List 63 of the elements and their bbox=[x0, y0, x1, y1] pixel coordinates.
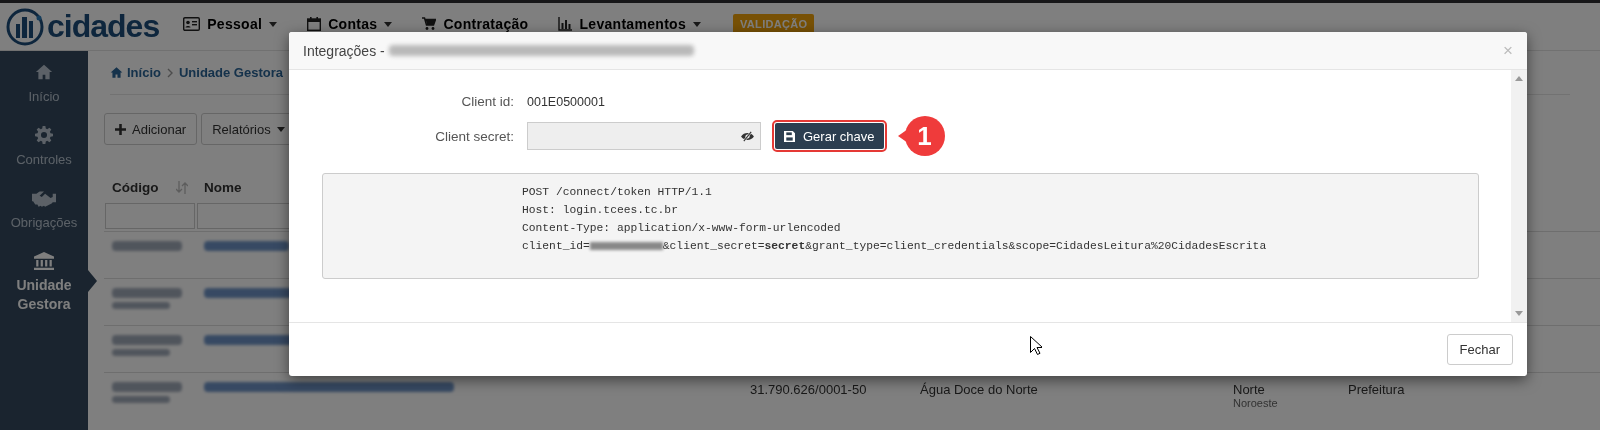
table-cell-text: Norte bbox=[1233, 382, 1266, 397]
table-cell-text: Água Doce do Norte bbox=[920, 382, 1039, 397]
secret-field[interactable] bbox=[527, 122, 761, 150]
field-value: 001E0500001 bbox=[527, 94, 606, 109]
toolbar-button[interactable]: Adicionar bbox=[104, 113, 198, 145]
chevron-icon bbox=[166, 67, 173, 78]
blurred-text bbox=[112, 396, 170, 403]
gear-icon bbox=[35, 126, 53, 144]
save-icon bbox=[784, 130, 795, 142]
bank-icon bbox=[34, 252, 54, 270]
eye-slash-icon bbox=[741, 130, 754, 142]
code-line: Content-Type: application/x-www-form-urlencoded bbox=[522, 221, 842, 236]
generate-key-button[interactable]: Gerar chave bbox=[775, 123, 884, 149]
breadcrumb-link[interactable]: Início bbox=[110, 65, 161, 80]
close-button[interactable]: Fechar bbox=[1446, 334, 1513, 365]
blurred-text bbox=[112, 288, 182, 298]
column-header: Código bbox=[112, 179, 159, 195]
scroll-up-icon bbox=[1515, 76, 1523, 81]
filter-field[interactable] bbox=[105, 203, 195, 229]
caret-icon bbox=[384, 21, 393, 27]
menu-item[interactable]: Levantamentos bbox=[558, 14, 702, 34]
table-cell-text: Prefeitura bbox=[1348, 382, 1406, 397]
sidebar-item[interactable]: Obrigações bbox=[0, 177, 88, 240]
blurred-text bbox=[112, 335, 182, 345]
menu-item[interactable]: Contratação bbox=[422, 14, 529, 34]
code-line: client_id= &client_secret=secret&grant_type=client_credentials&scope=CidadesLeitura%20CidadesEscrita bbox=[522, 239, 1268, 254]
home-icon bbox=[35, 63, 53, 81]
table-cell-text: 31.790.626/0001-50 bbox=[750, 382, 868, 397]
field-label: Client secret: bbox=[434, 128, 514, 144]
breadcrumb-link[interactable]: Unidade Gestora bbox=[178, 65, 283, 80]
step-badge: 1 bbox=[904, 116, 945, 156]
column-header: Nome bbox=[204, 179, 242, 195]
caret-icon bbox=[693, 21, 702, 27]
modal-title: Integrações - bbox=[303, 42, 694, 59]
sidebar-item[interactable]: Controles bbox=[0, 114, 88, 177]
code-line: POST /connect/token HTTP/1.1 bbox=[522, 185, 713, 200]
scroll-down-icon bbox=[1515, 311, 1523, 316]
status-badge: VALIDAÇÃO bbox=[733, 14, 815, 34]
home-icon bbox=[110, 66, 123, 79]
blurred-text bbox=[112, 241, 182, 251]
sidebar-item[interactable]: Unidade Gestora bbox=[0, 240, 88, 322]
plus-icon bbox=[115, 123, 126, 135]
handshake-icon bbox=[32, 189, 56, 207]
sort-icon bbox=[176, 180, 188, 194]
table-cell-text: Noroeste bbox=[1233, 397, 1279, 409]
logo-text: cidades bbox=[47, 8, 160, 45]
cart-icon bbox=[422, 17, 437, 31]
code-line: Host: login.tcees.tc.br bbox=[522, 203, 679, 218]
calendar-icon bbox=[307, 17, 322, 31]
sidebar-item[interactable]: Início bbox=[0, 51, 88, 114]
city-globe-icon bbox=[6, 7, 44, 46]
field-label: Client id: bbox=[460, 94, 514, 109]
blurred-text bbox=[112, 382, 182, 392]
id-card-icon bbox=[183, 17, 201, 31]
blurred-text bbox=[112, 349, 170, 356]
scrollbar[interactable] bbox=[1511, 70, 1527, 322]
menu-item[interactable]: Pessoal bbox=[183, 14, 278, 34]
caret-icon bbox=[276, 126, 285, 132]
caret-icon bbox=[269, 21, 278, 27]
cursor-icon bbox=[1030, 336, 1042, 355]
bar-chart-icon bbox=[558, 17, 573, 31]
menu-item[interactable]: Contas bbox=[307, 14, 393, 34]
blurred-text bbox=[112, 302, 170, 309]
